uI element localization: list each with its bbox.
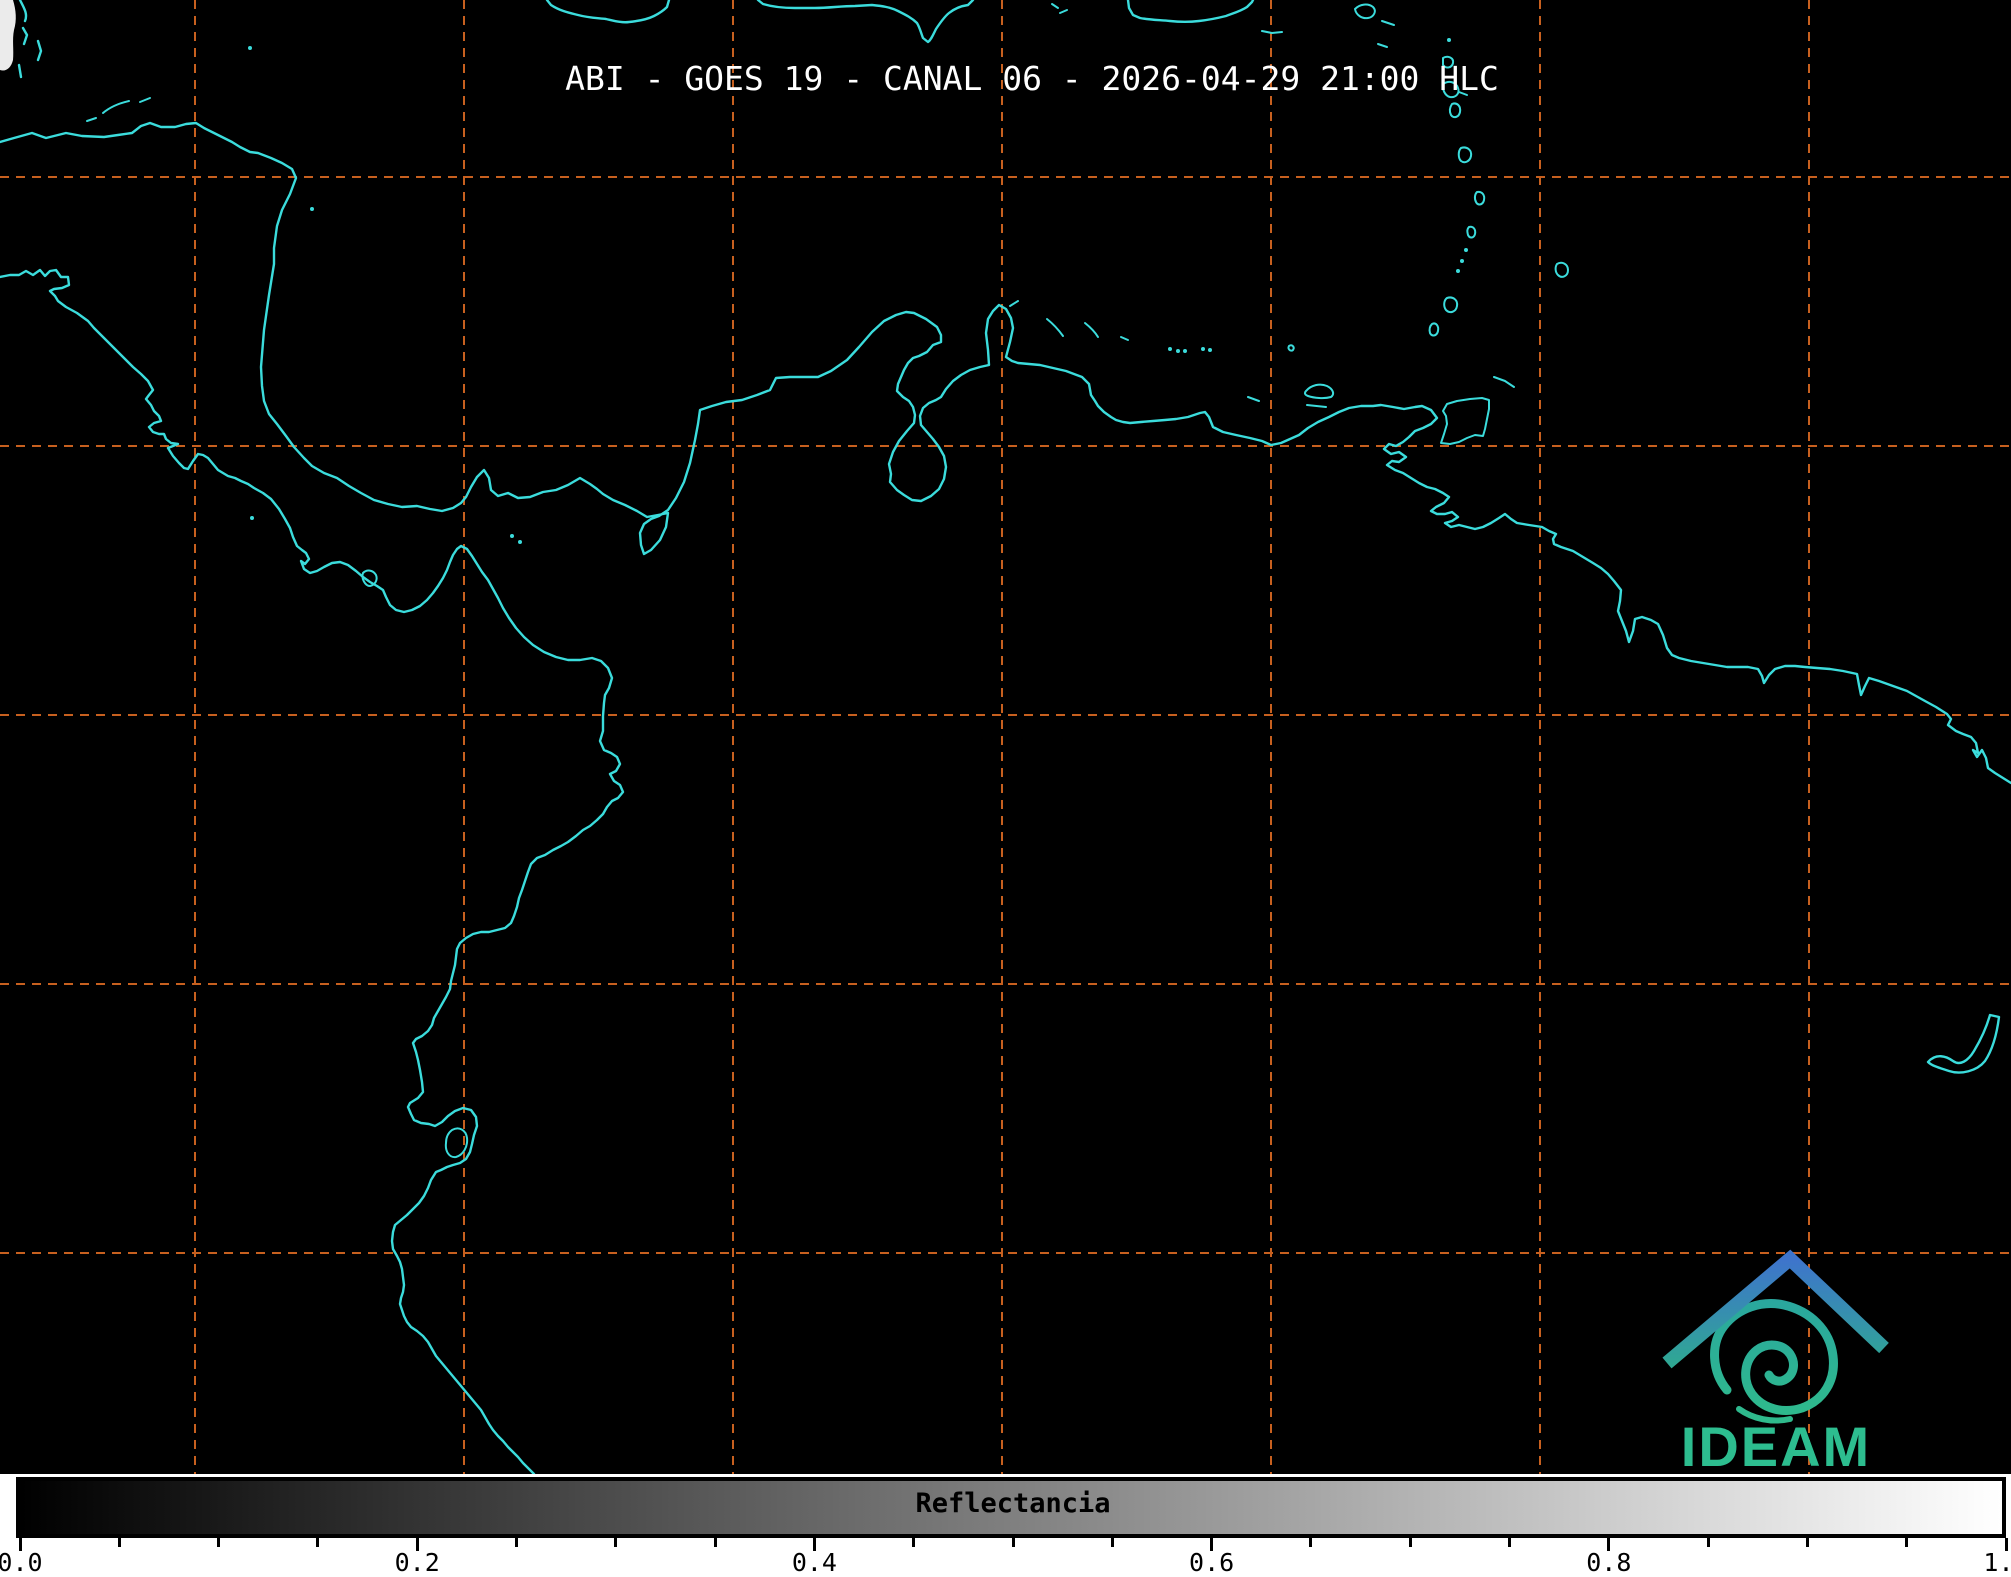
coastline-pacific-coast <box>0 268 625 1474</box>
cloud-edge-cloud <box>0 0 16 71</box>
island-grenada <box>1443 296 1459 314</box>
island-guanaja <box>139 97 151 103</box>
colorbar-minor-tick <box>713 1538 717 1547</box>
colorbar-tick-label: 0.0 <box>0 1548 43 1577</box>
island-roatan <box>102 100 130 114</box>
colorbar-tick-label: 0.2 <box>394 1548 440 1577</box>
colorbar-minor-tick <box>1905 1538 1909 1547</box>
colorbar-minor-tick <box>316 1538 320 1547</box>
coastline-caribbean-mainland-coast <box>0 121 2011 785</box>
island-st-martin-group <box>1354 3 1395 48</box>
island-las-aves <box>1120 336 1129 341</box>
coastlines <box>0 0 2011 1474</box>
island-dominica <box>1448 102 1462 119</box>
island-st-lucia <box>1473 190 1486 206</box>
colorbar-minor-tick <box>1309 1538 1313 1547</box>
coastline-amazon-mouth-coast <box>1926 1013 2001 1074</box>
colorbar-tick-label: 0.8 <box>1586 1548 1632 1577</box>
colorbar-minor-tick <box>515 1538 518 1547</box>
island-st-vincent <box>1466 225 1477 239</box>
islet-dot-los-roques-4 <box>1201 347 1205 351</box>
colorbar-tick-label: 0.6 <box>1189 1548 1235 1577</box>
islet-dot-barbuda <box>1447 38 1451 42</box>
islet-dot-grenadine-2 <box>1460 259 1464 263</box>
islet-dot-pearl-island-2 <box>518 540 522 544</box>
islet-dot-miskito-cay <box>310 207 314 211</box>
map-canvas: IDEAM <box>0 0 2011 1478</box>
colorbar-title: Reflectancia <box>915 1488 1111 1519</box>
ideam-logo-text: IDEAM <box>1681 1415 1871 1478</box>
islet-dot-swan-island <box>248 46 252 50</box>
colorbar-minor-tick <box>1011 1538 1015 1547</box>
colorbar-minor-tick <box>1408 1538 1412 1547</box>
islet-dot-los-roques-1 <box>1168 347 1172 351</box>
island-barbados <box>1554 261 1569 278</box>
colorbar-minor-tick <box>1706 1538 1710 1547</box>
islet-dot-grenadine-3 <box>1456 269 1460 273</box>
ideam-logo: IDEAM <box>1662 1249 1889 1478</box>
island-utila <box>86 117 97 122</box>
satellite-image-viewport: IDEAM ABI - GOES 19 - CANAL 06 - 2026-04… <box>0 0 2011 1577</box>
islet-dot-grenadine-1 <box>1464 248 1468 252</box>
island-trinidad <box>1440 397 1490 445</box>
cloud-pixels <box>0 0 16 71</box>
island-bonaire <box>1084 322 1099 338</box>
island-curacao <box>1046 318 1064 337</box>
islet-dot-cano-island <box>250 516 254 520</box>
island-tobago <box>1493 376 1515 388</box>
islet-dot-los-roques-3 <box>1183 349 1187 353</box>
islet-dot-pearl-island-1 <box>510 534 514 538</box>
island-martinique <box>1457 146 1473 164</box>
colorbar-minor-tick <box>117 1538 121 1547</box>
colorbar-tick-label: 0.4 <box>791 1548 837 1577</box>
colorbar-band: Reflectancia 0.0 0.2 0.4 0.6 0.8 1.0 <box>0 1474 2011 1577</box>
island-vieques <box>1261 30 1283 34</box>
ideam-swirl-icon <box>1710 1299 1838 1415</box>
islet-dot-los-roques-2 <box>1176 349 1180 353</box>
colorbar-minor-tick <box>614 1538 618 1547</box>
coastline-hispaniola-coast <box>756 0 975 44</box>
coastline-belize-fragments <box>17 0 43 79</box>
latlon-gridlines <box>0 0 2011 1474</box>
island-margarita <box>1247 383 1335 408</box>
coastline-puerto-rico-coast <box>1126 0 1255 23</box>
colorbar-minor-tick <box>1805 1538 1809 1547</box>
image-title: ABI - GOES 19 - CANAL 06 - 2026-04-29 21… <box>565 59 1499 98</box>
coastline-jamaica-coast <box>545 0 671 24</box>
island-la-orchila-ring <box>1287 344 1295 352</box>
colorbar-minor-tick <box>1508 1538 1511 1547</box>
colorbar-minor-tick <box>1110 1538 1114 1547</box>
island-aruba <box>1009 300 1019 307</box>
island-beata <box>1051 3 1068 14</box>
colorbar-minor-tick <box>217 1538 221 1547</box>
island-islet-ring <box>1428 322 1440 337</box>
colorbar-minor-tick <box>912 1538 916 1547</box>
colorbar-tick-label: 1.0 <box>1983 1548 2011 1577</box>
islet-dot-los-roques-5 <box>1208 348 1212 352</box>
